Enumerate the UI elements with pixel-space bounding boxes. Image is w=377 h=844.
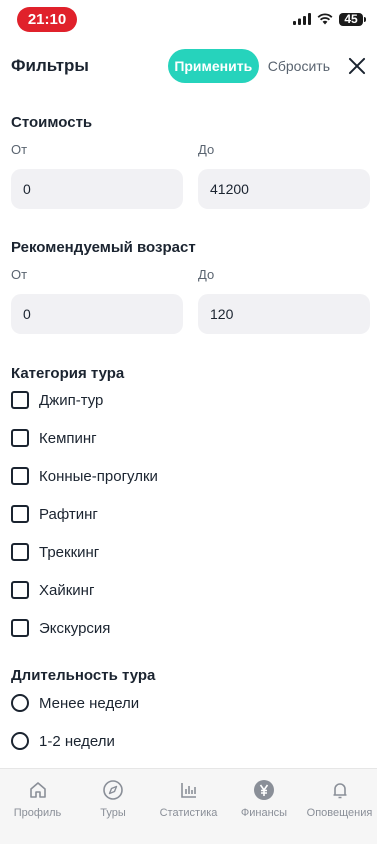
status-time: 21:10	[17, 6, 77, 32]
category-label: Треккинг	[39, 543, 100, 561]
filters-header: Фильтры Применить Сбросить	[0, 46, 377, 86]
cost-to-label: До	[198, 142, 215, 157]
cost-to-input[interactable]: 41200	[198, 169, 370, 209]
category-section-title: Категория тура	[11, 365, 125, 382]
apply-button[interactable]: Применить	[167, 49, 259, 83]
yen-coin-icon	[253, 779, 275, 801]
status-bar: 21:10 45	[0, 0, 377, 38]
category-checkbox-row[interactable]: Экскурсия	[11, 619, 110, 637]
category-checkbox-row[interactable]: Треккинг	[11, 543, 99, 561]
status-icons: 45	[293, 12, 366, 26]
category-checkbox-row[interactable]: Конные-прогулки	[11, 467, 158, 485]
wifi-icon	[317, 13, 333, 25]
duration-radio-row[interactable]: 1-2 недели	[11, 732, 115, 750]
reset-button[interactable]: Сбросить	[268, 58, 330, 74]
category-label: Хайкинг	[39, 581, 95, 599]
page-title: Фильтры	[11, 56, 89, 75]
tab-profile[interactable]: Профиль	[0, 779, 75, 844]
close-icon[interactable]	[348, 57, 366, 75]
checkbox[interactable]	[11, 543, 29, 561]
tab-label: Статистика	[159, 807, 218, 819]
tab-tours[interactable]: Туры	[76, 779, 151, 844]
category-label: Экскурсия	[39, 619, 111, 637]
tab-label: Оповещения	[306, 807, 373, 819]
category-label: Джип-тур	[39, 391, 104, 409]
tab-label: Туры	[100, 807, 126, 819]
category-checkbox-row[interactable]: Хайкинг	[11, 581, 94, 599]
cellular-signal-icon	[293, 13, 311, 25]
tab-statistics[interactable]: Статистика	[151, 779, 226, 844]
checkbox[interactable]	[11, 467, 29, 485]
tab-label: Профиль	[13, 807, 62, 819]
radio-button[interactable]	[11, 732, 29, 750]
duration-radio-row[interactable]: Менее недели	[11, 694, 139, 712]
category-checkbox-row[interactable]: Кемпинг	[11, 429, 97, 447]
bar-chart-icon	[178, 779, 200, 801]
bottom-tab-bar: Профиль Туры Статистика Финансы Оповещен…	[0, 768, 377, 844]
checkbox[interactable]	[11, 619, 29, 637]
age-from-input[interactable]: 0	[11, 294, 183, 334]
radio-button[interactable]	[11, 694, 29, 712]
duration-section-title: Длительность тура	[11, 667, 156, 684]
tab-finance[interactable]: Финансы	[227, 779, 302, 844]
tab-label: Финансы	[240, 807, 288, 819]
category-checkbox-row[interactable]: Рафтинг	[11, 505, 98, 523]
compass-icon	[102, 779, 124, 801]
checkbox[interactable]	[11, 505, 29, 523]
home-icon	[27, 779, 49, 801]
battery-icon: 45	[339, 12, 366, 26]
age-from-label: От	[11, 267, 28, 282]
cost-from-label: От	[11, 142, 28, 157]
category-label: Конные-прогулки	[39, 467, 158, 485]
category-label: Кемпинг	[39, 429, 97, 447]
age-to-input[interactable]: 120	[198, 294, 370, 334]
checkbox[interactable]	[11, 581, 29, 599]
age-section-title: Рекомендуемый возраст	[11, 239, 196, 256]
age-to-label: До	[198, 267, 215, 282]
cost-section-title: Стоимость	[11, 114, 93, 131]
checkbox[interactable]	[11, 429, 29, 447]
category-checkbox-row[interactable]: Джип-тур	[11, 391, 103, 409]
bell-icon	[329, 779, 351, 801]
checkbox[interactable]	[11, 391, 29, 409]
duration-label: Менее недели	[39, 694, 140, 712]
category-label: Рафтинг	[39, 505, 98, 523]
tab-notifications[interactable]: Оповещения	[302, 779, 377, 844]
duration-label: 1-2 недели	[39, 732, 115, 750]
cost-from-input[interactable]: 0	[11, 169, 183, 209]
